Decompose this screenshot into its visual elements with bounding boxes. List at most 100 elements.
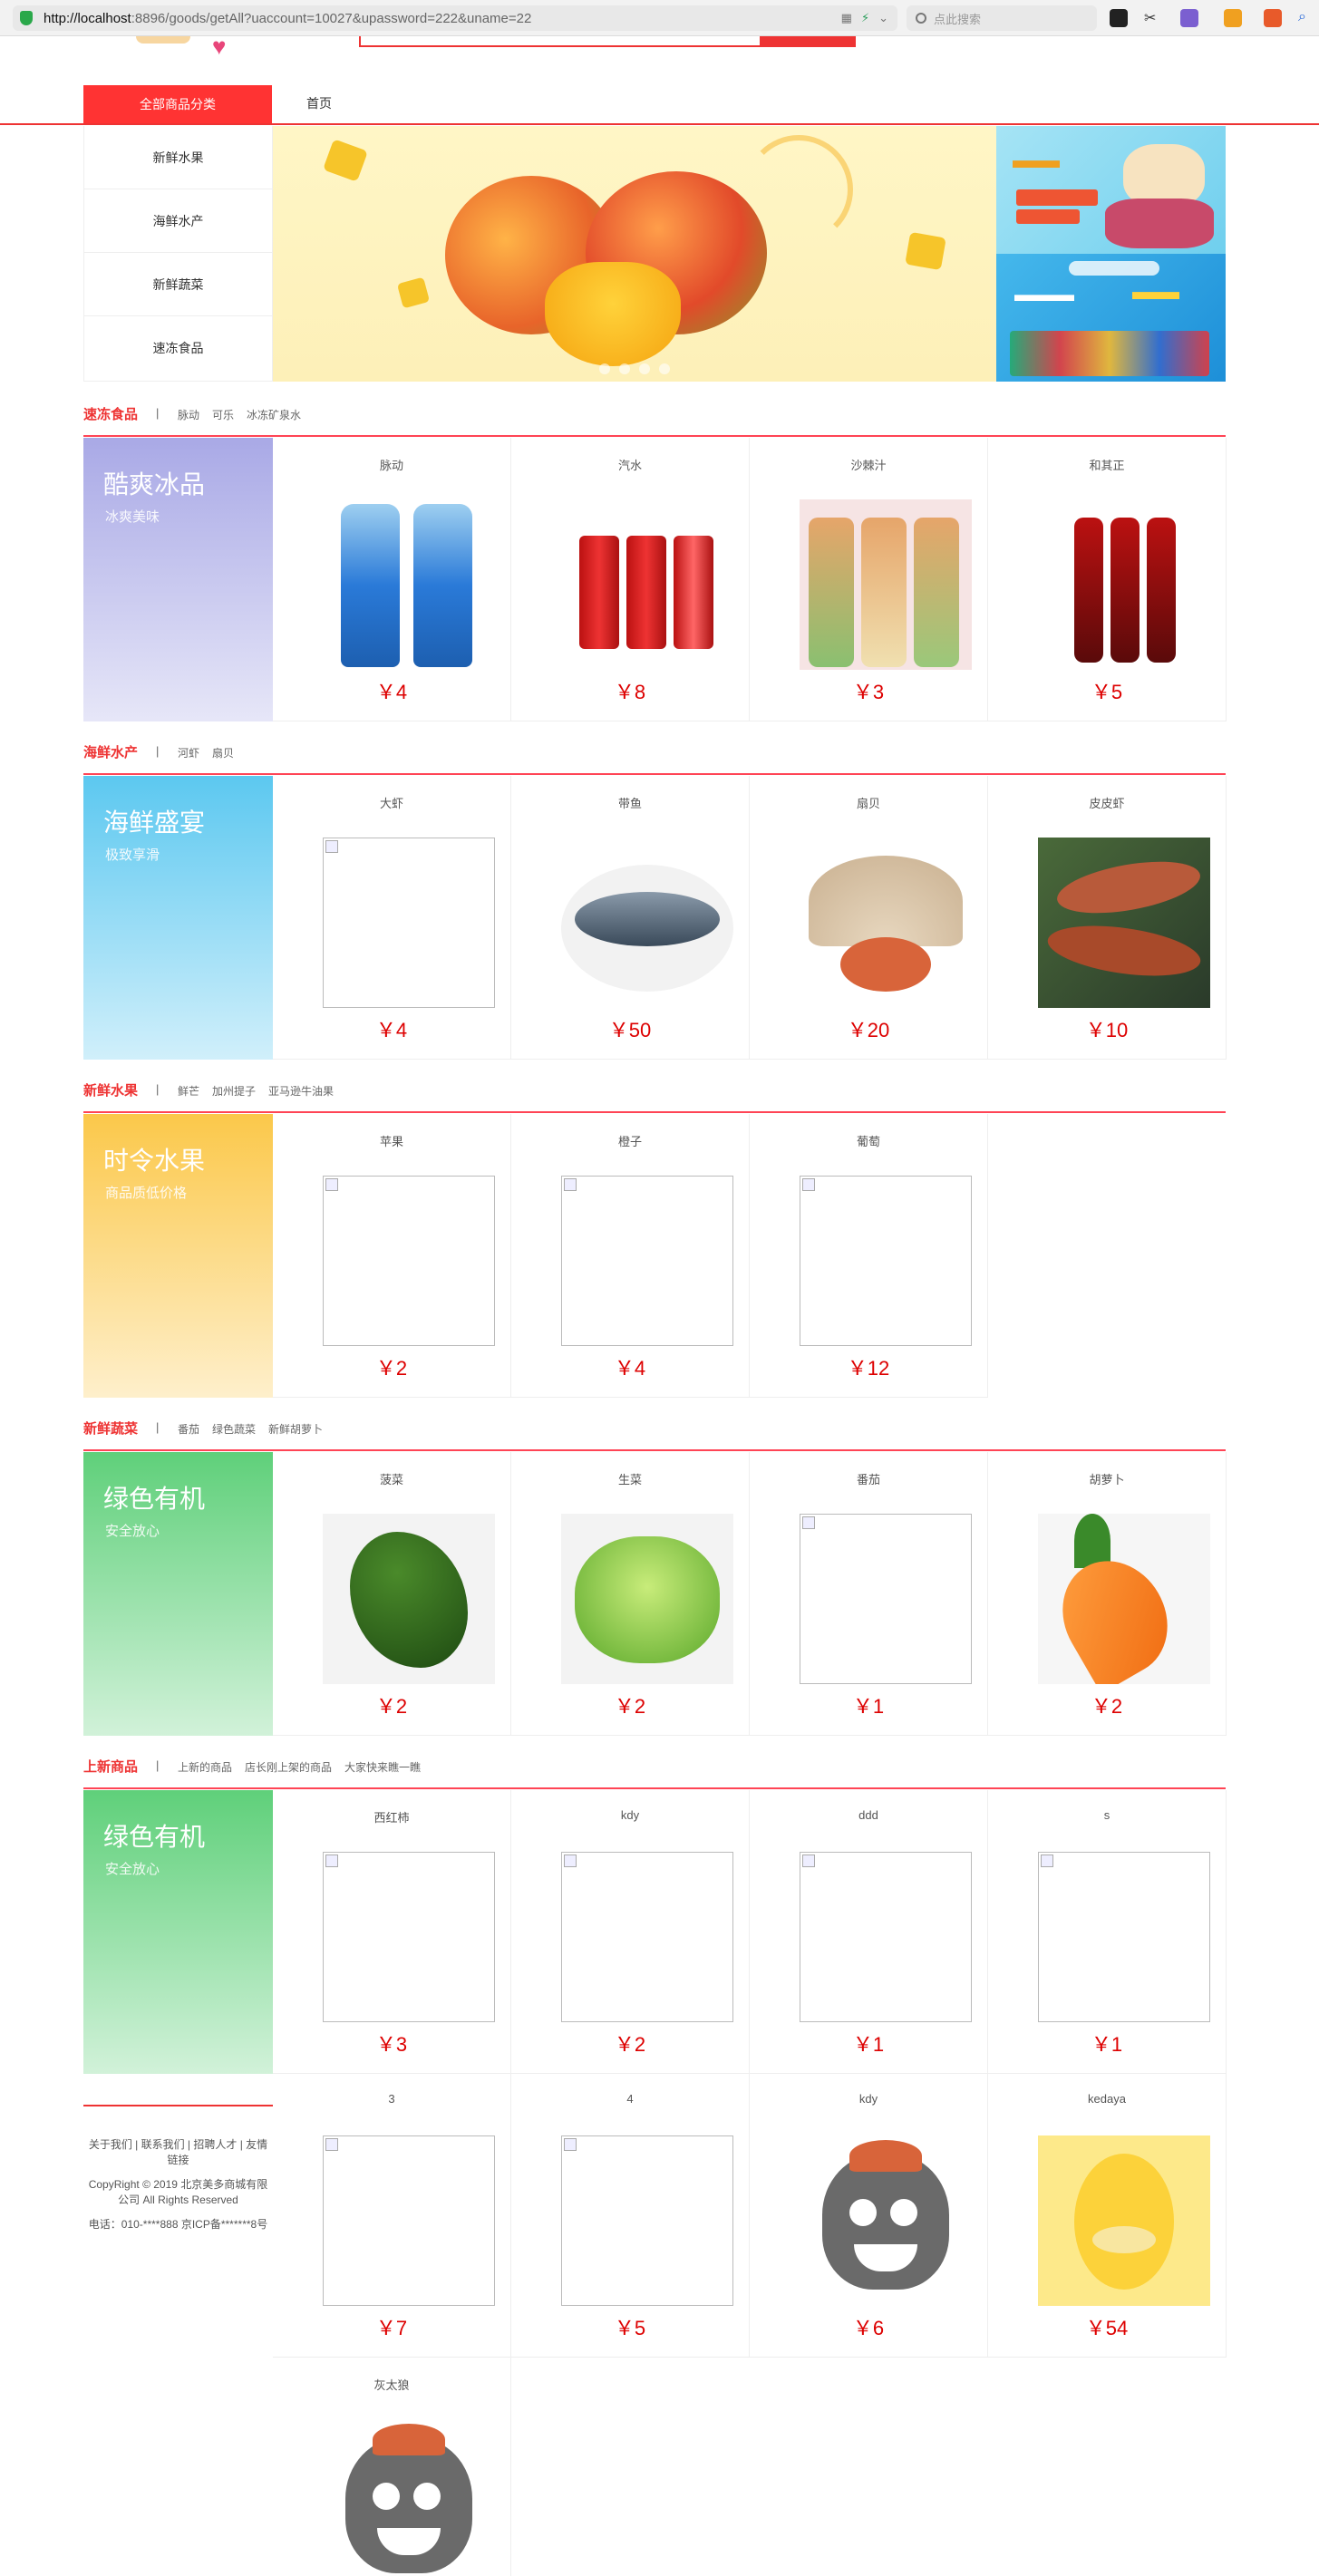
extension-icon[interactable]: [1110, 9, 1128, 27]
product-card[interactable]: 菠菜 ￥2: [273, 1452, 511, 1736]
product-card[interactable]: kdy ￥6: [750, 2074, 988, 2358]
lightning-icon[interactable]: ⚡: [861, 11, 869, 25]
product-card[interactable]: 生菜 ￥2: [511, 1452, 750, 1736]
product-image[interactable]: [800, 1852, 972, 2022]
product-card[interactable]: 汽水 ￥8: [511, 438, 750, 721]
product-card[interactable]: kedaya ￥54: [988, 2074, 1227, 2358]
product-name[interactable]: 带鱼: [511, 794, 749, 811]
product-image[interactable]: [323, 2135, 495, 2306]
product-image[interactable]: [800, 838, 972, 1008]
product-name[interactable]: kdy: [511, 1808, 749, 1822]
product-name[interactable]: 橙子: [511, 1132, 749, 1149]
footer-links[interactable]: 关于我们 | 联系我们 | 招聘人才 | 友情链接: [83, 2137, 273, 2168]
product-card[interactable]: 沙棘汁 ￥3: [750, 438, 988, 721]
product-name[interactable]: kedaya: [988, 2092, 1226, 2106]
carousel-dot[interactable]: [639, 363, 650, 374]
section-tag-link[interactable]: 店长刚上架的商品: [245, 1759, 332, 1775]
section-tag-link[interactable]: 新鲜胡萝卜: [268, 1421, 323, 1437]
section-title[interactable]: 上新商品: [83, 1757, 138, 1776]
product-card[interactable]: 4 ￥5: [511, 2074, 750, 2358]
product-image[interactable]: [323, 1176, 495, 1346]
product-image[interactable]: [1038, 2135, 1210, 2306]
product-card[interactable]: kdy ￥2: [511, 1790, 750, 2074]
category-item[interactable]: 速冻食品: [84, 316, 272, 380]
product-card[interactable]: 和其正 ￥5: [988, 438, 1227, 721]
product-card[interactable]: 皮皮虾 ￥10: [988, 776, 1227, 1060]
category-item[interactable]: 新鲜蔬菜: [84, 253, 272, 316]
extension-icon[interactable]: [1264, 9, 1282, 27]
logo[interactable]: [136, 36, 190, 44]
product-image[interactable]: [800, 1176, 972, 1346]
product-card[interactable]: 扇贝 ￥20: [750, 776, 988, 1060]
product-name[interactable]: 生菜: [511, 1470, 749, 1487]
product-image[interactable]: [1038, 838, 1210, 1008]
product-card[interactable]: 大虾 ￥4: [273, 776, 511, 1060]
product-image[interactable]: [323, 1852, 495, 2022]
carousel-dot[interactable]: [619, 363, 630, 374]
product-card[interactable]: 带鱼 ￥50: [511, 776, 750, 1060]
home-link[interactable]: 首页: [306, 94, 332, 112]
product-card[interactable]: ddd ￥1: [750, 1790, 988, 2074]
browser-search-input[interactable]: 点此搜索: [907, 5, 1097, 31]
product-image[interactable]: [561, 838, 733, 1008]
product-name[interactable]: 和其正: [988, 456, 1226, 473]
product-image[interactable]: [1038, 1852, 1210, 2022]
section-title[interactable]: 新鲜蔬菜: [83, 1419, 138, 1438]
product-image[interactable]: [561, 1852, 733, 2022]
section-tag-link[interactable]: 亚马逊牛油果: [268, 1083, 334, 1099]
product-card[interactable]: 灰太狼: [273, 2358, 511, 2576]
product-image[interactable]: [1038, 499, 1210, 670]
reader-icon[interactable]: ▦: [841, 11, 852, 25]
product-name[interactable]: 西红柿: [273, 1808, 510, 1825]
section-tag-link[interactable]: 河虾: [178, 745, 199, 760]
product-image[interactable]: [323, 838, 495, 1008]
site-search-button[interactable]: [760, 36, 856, 47]
product-card[interactable]: 葡萄 ￥12: [750, 1114, 988, 1398]
section-tag-link[interactable]: 绿色蔬菜: [212, 1421, 256, 1437]
product-name[interactable]: 脉动: [273, 456, 510, 473]
section-tag-link[interactable]: 冰冻矿泉水: [247, 407, 301, 422]
product-image[interactable]: [1038, 1514, 1210, 1684]
section-tag-link[interactable]: 上新的商品: [178, 1759, 232, 1775]
product-name[interactable]: 3: [273, 2092, 510, 2106]
product-name[interactable]: kdy: [750, 2092, 987, 2106]
ad-banner[interactable]: ▬▬: [996, 126, 1226, 254]
product-name[interactable]: ddd: [750, 1808, 987, 1822]
extension-icon[interactable]: [1180, 9, 1198, 27]
section-promo-panel[interactable]: 酷爽冰品 冰爽美味: [83, 438, 273, 721]
product-name[interactable]: 苹果: [273, 1132, 510, 1149]
category-item[interactable]: 新鲜水果: [84, 126, 272, 189]
product-image[interactable]: [800, 499, 972, 670]
section-promo-panel[interactable]: 海鲜盛宴 极致享滑: [83, 776, 273, 1060]
product-image[interactable]: [323, 1514, 495, 1684]
product-name[interactable]: 番茄: [750, 1470, 987, 1487]
product-card[interactable]: 橙子 ￥4: [511, 1114, 750, 1398]
carousel-dot[interactable]: [659, 363, 670, 374]
product-name[interactable]: 4: [511, 2092, 749, 2106]
product-name[interactable]: 菠菜: [273, 1470, 510, 1487]
category-item[interactable]: 海鲜水产: [84, 189, 272, 253]
ad-banner[interactable]: ▬▬▬ ▬▬: [996, 254, 1226, 382]
product-name[interactable]: 大虾: [273, 794, 510, 811]
product-image[interactable]: [561, 499, 733, 670]
product-card[interactable]: 西红柿 ￥3: [273, 1790, 511, 2074]
product-card[interactable]: 3 ￥7: [273, 2074, 511, 2358]
product-image[interactable]: [800, 1514, 972, 1684]
product-card[interactable]: s ￥1: [988, 1790, 1227, 2074]
product-image[interactable]: [561, 1176, 733, 1346]
scissors-icon[interactable]: ✂: [1144, 9, 1162, 27]
product-card[interactable]: 胡萝卜 ￥2: [988, 1452, 1227, 1736]
product-name[interactable]: 皮皮虾: [988, 794, 1226, 811]
section-tag-link[interactable]: 可乐: [212, 407, 234, 422]
section-title[interactable]: 新鲜水果: [83, 1080, 138, 1099]
product-name[interactable]: 沙棘汁: [750, 456, 987, 473]
section-promo-panel[interactable]: 绿色有机 安全放心: [83, 1452, 273, 1736]
all-categories-tab[interactable]: 全部商品分类: [83, 85, 272, 123]
section-tag-link[interactable]: 脉动: [178, 407, 199, 422]
product-image[interactable]: [800, 2135, 972, 2306]
product-card[interactable]: 脉动 ￥4: [273, 438, 511, 721]
section-tag-link[interactable]: 鲜芒: [178, 1083, 199, 1099]
product-name[interactable]: s: [988, 1808, 1226, 1822]
section-tag-link[interactable]: 加州提子: [212, 1083, 256, 1099]
product-image[interactable]: [561, 2135, 733, 2306]
